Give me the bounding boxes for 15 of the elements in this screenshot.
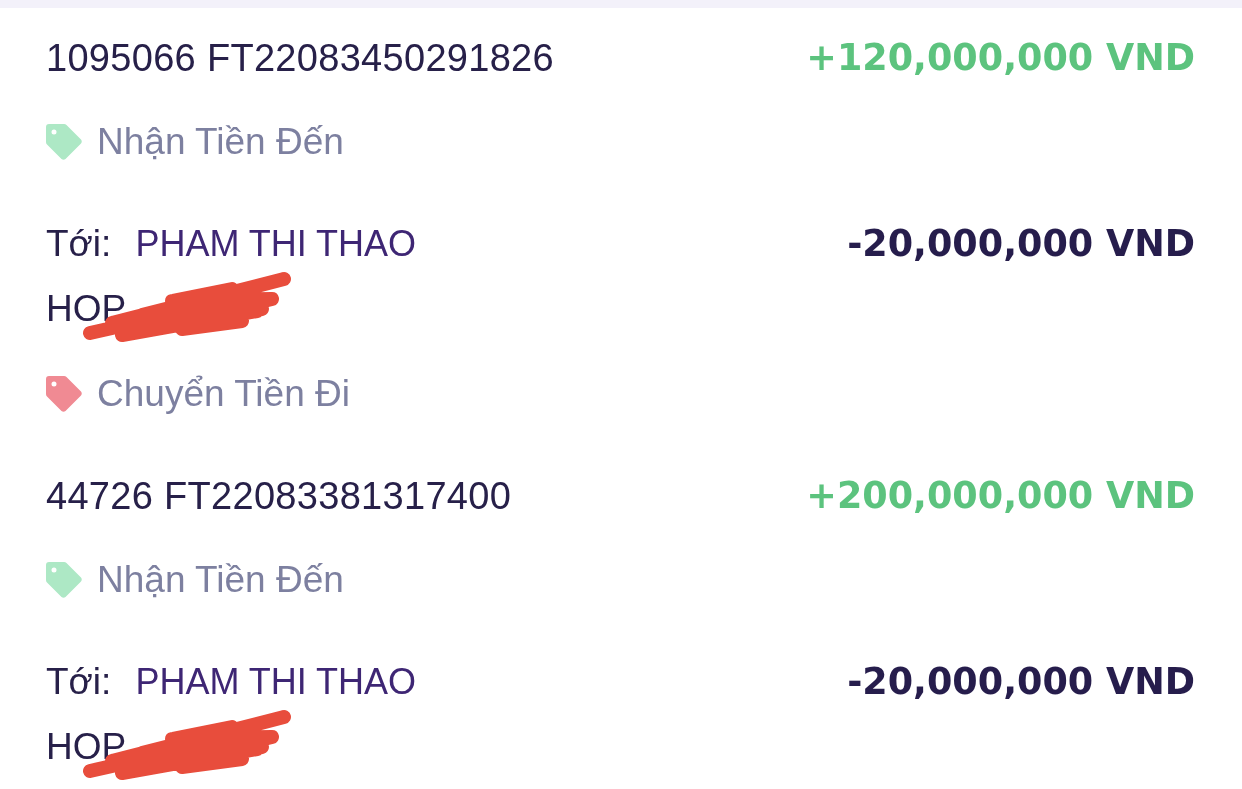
recipient-label: Tới:	[46, 222, 112, 266]
recipient-name: PHAM THI THAO	[135, 660, 417, 704]
recipient-label: Tới:	[46, 660, 112, 704]
transaction-reference: 44726 FT22083381317400	[46, 474, 512, 518]
transaction-amount: -20,000,000 VND	[847, 221, 1195, 267]
transaction-amount: +120,000,000 VND	[806, 35, 1195, 81]
recipient-name: PHAM THI THAO	[135, 222, 417, 266]
recipient-detail: HOP	[46, 725, 127, 769]
category-label: Nhận Tiền Đến	[97, 558, 344, 602]
category-label: Nhận Tiền Đến	[97, 120, 344, 164]
category-label: Chuyển Tiền Đi	[97, 372, 350, 416]
transaction-reference: 1095066 FT22083450291826	[46, 36, 554, 80]
transaction-amount: +200,000,000 VND	[806, 473, 1195, 519]
recipient-detail: HOP	[46, 287, 127, 331]
transaction-amount: -20,000,000 VND	[847, 659, 1195, 705]
